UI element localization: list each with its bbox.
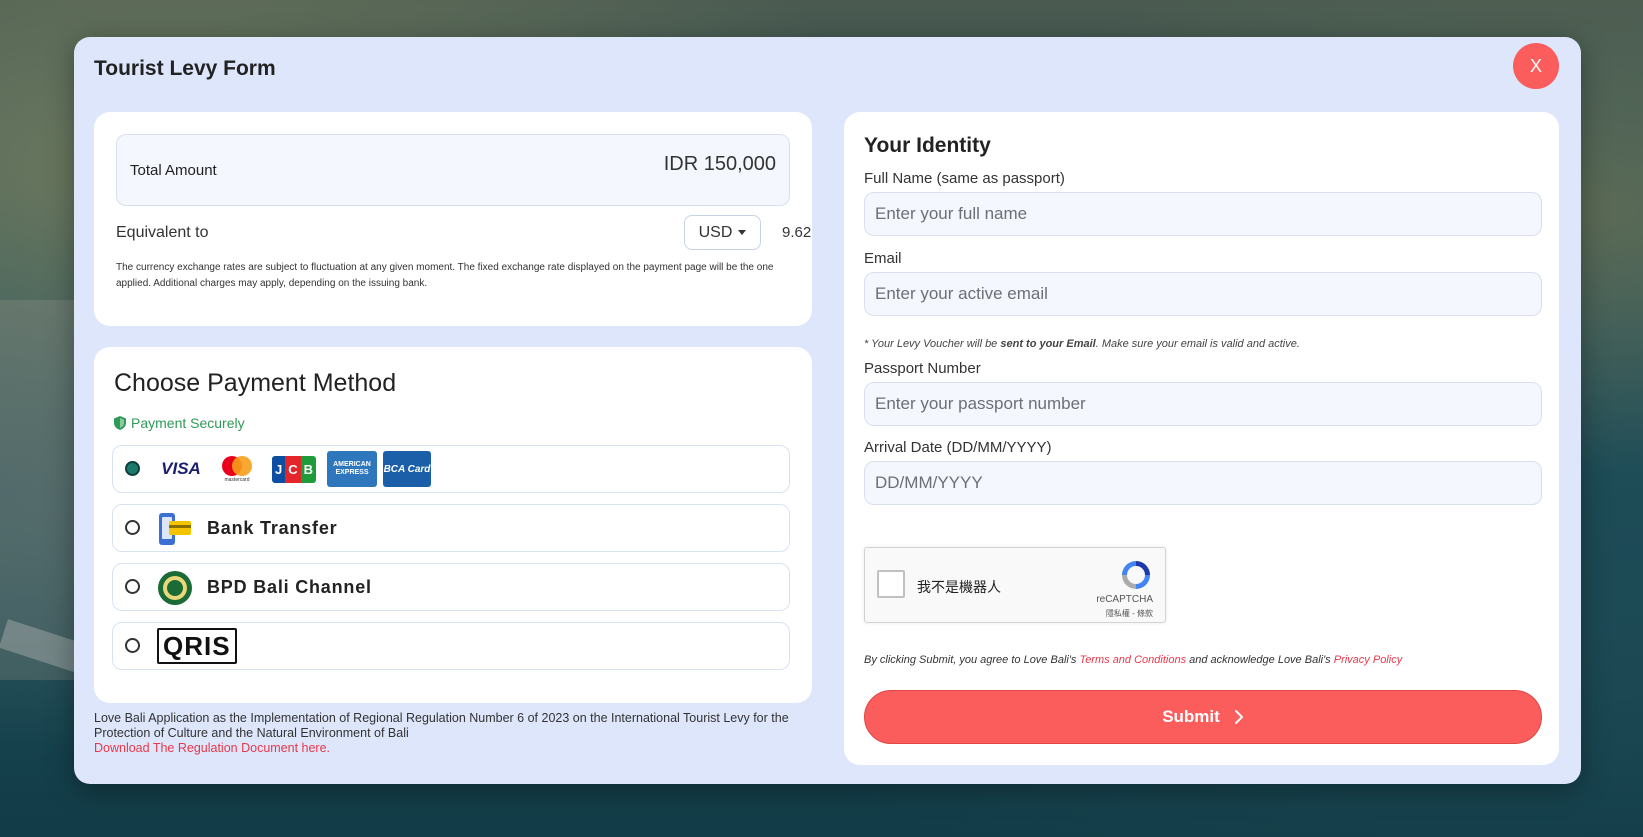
submit-label: Submit bbox=[1162, 707, 1220, 726]
arrival-date-input[interactable] bbox=[864, 461, 1542, 505]
jcb-logo: JCB bbox=[271, 451, 317, 487]
payment-option-qris[interactable]: QRIS bbox=[112, 622, 790, 670]
agreement-text: By clicking Submit, you agree to Love Ba… bbox=[864, 654, 1402, 666]
agreement-prefix: By clicking Submit, you agree to Love Ba… bbox=[864, 654, 1080, 666]
amount-card: Total Amount IDR 150,000 Equivalent to U… bbox=[94, 112, 812, 326]
recaptcha-icon bbox=[1122, 561, 1150, 589]
visa-logo: VISA bbox=[161, 459, 201, 478]
regulation-text: Love Bali Application as the Implementat… bbox=[94, 711, 789, 740]
email-label: Email bbox=[864, 250, 902, 267]
mastercard-icon bbox=[222, 456, 252, 476]
recaptcha-links[interactable]: 隱私權 - 條款 bbox=[1106, 608, 1153, 619]
passport-label: Passport Number bbox=[864, 360, 981, 377]
payment-option-bank-transfer[interactable]: Bank Transfer bbox=[112, 504, 790, 552]
payment-secure-badge: Payment Securely bbox=[114, 415, 245, 431]
equivalent-label: Equivalent to bbox=[116, 224, 209, 241]
regulation-note: Love Bali Application as the Implementat… bbox=[94, 711, 812, 756]
shield-icon bbox=[114, 416, 126, 430]
bpd-bali-label: BPD Bali Channel bbox=[207, 577, 372, 597]
radio-qris[interactable] bbox=[125, 638, 140, 653]
bca-card-logo: BCA Card bbox=[383, 451, 431, 487]
recaptcha-label: 我不是機器人 bbox=[917, 579, 1001, 595]
radio-bpd-bali[interactable] bbox=[125, 579, 140, 594]
total-amount-label: Total Amount bbox=[130, 162, 217, 179]
email-note: * Your Levy Voucher will be sent to your… bbox=[864, 338, 1300, 350]
exchange-disclaimer: The currency exchange rates are subject … bbox=[116, 262, 774, 289]
recaptcha-brand: reCAPTCHA bbox=[1096, 594, 1153, 605]
payment-secure-label: Payment Securely bbox=[131, 415, 245, 431]
radio-bank-transfer[interactable] bbox=[125, 520, 140, 535]
chevron-right-icon bbox=[1234, 710, 1243, 724]
total-amount-box: Total Amount IDR 150,000 bbox=[116, 134, 790, 206]
modal-title: Tourist Levy Form bbox=[94, 57, 276, 80]
radio-card[interactable] bbox=[125, 461, 140, 476]
arrival-date-label: Arrival Date (DD/MM/YYYY) bbox=[864, 439, 1052, 456]
terms-link[interactable]: Terms and Conditions bbox=[1079, 654, 1186, 666]
identity-card: Your Identity Full Name (same as passpor… bbox=[844, 112, 1559, 765]
caret-down-icon bbox=[738, 230, 747, 235]
submit-button[interactable]: Submit bbox=[864, 690, 1542, 744]
payment-option-bpd-bali[interactable]: BPD Bali Channel bbox=[112, 563, 790, 611]
identity-title: Your Identity bbox=[864, 134, 991, 157]
passport-input[interactable] bbox=[864, 382, 1542, 426]
regulation-download-link[interactable]: Download The Regulation Document here. bbox=[94, 741, 812, 756]
currency-select[interactable]: USD bbox=[684, 215, 761, 250]
tourist-levy-modal: Tourist Levy Form X Total Amount IDR 150… bbox=[74, 37, 1581, 784]
email-note-suffix: . Make sure your email is valid and acti… bbox=[1095, 338, 1300, 350]
payment-method-card: Choose Payment Method Payment Securely V… bbox=[94, 347, 812, 703]
full-name-input[interactable] bbox=[864, 192, 1542, 236]
mastercard-logo: mastercard bbox=[213, 451, 261, 487]
payment-title: Choose Payment Method bbox=[114, 369, 397, 397]
recaptcha-checkbox[interactable] bbox=[877, 570, 905, 598]
bank-transfer-icon bbox=[159, 513, 191, 545]
full-name-label: Full Name (same as passport) bbox=[864, 170, 1065, 187]
privacy-link[interactable]: Privacy Policy bbox=[1334, 654, 1402, 666]
agreement-middle: and acknowledge Love Bali's bbox=[1186, 654, 1334, 666]
currency-value: USD bbox=[698, 223, 733, 241]
email-input[interactable] bbox=[864, 272, 1542, 316]
equivalent-value: 9.62 bbox=[782, 224, 812, 241]
amex-logo: AMERICAN EXPRESS bbox=[327, 451, 377, 487]
email-note-bold: sent to your Email bbox=[1000, 338, 1096, 350]
bpd-bali-logo-icon bbox=[158, 571, 192, 605]
total-amount-value: IDR 150,000 bbox=[663, 153, 776, 175]
mastercard-text: mastercard bbox=[224, 477, 250, 483]
bank-transfer-label: Bank Transfer bbox=[207, 518, 338, 538]
email-note-prefix: * Your Levy Voucher will be bbox=[864, 338, 1001, 350]
recaptcha-widget: 我不是機器人 reCAPTCHA 隱私權 - 條款 bbox=[864, 547, 1166, 623]
payment-option-card[interactable]: VISA mastercard JCB AMERICAN EXPRESS BCA… bbox=[112, 445, 790, 493]
qris-logo: QRIS bbox=[157, 628, 237, 664]
close-button[interactable]: X bbox=[1513, 43, 1559, 89]
